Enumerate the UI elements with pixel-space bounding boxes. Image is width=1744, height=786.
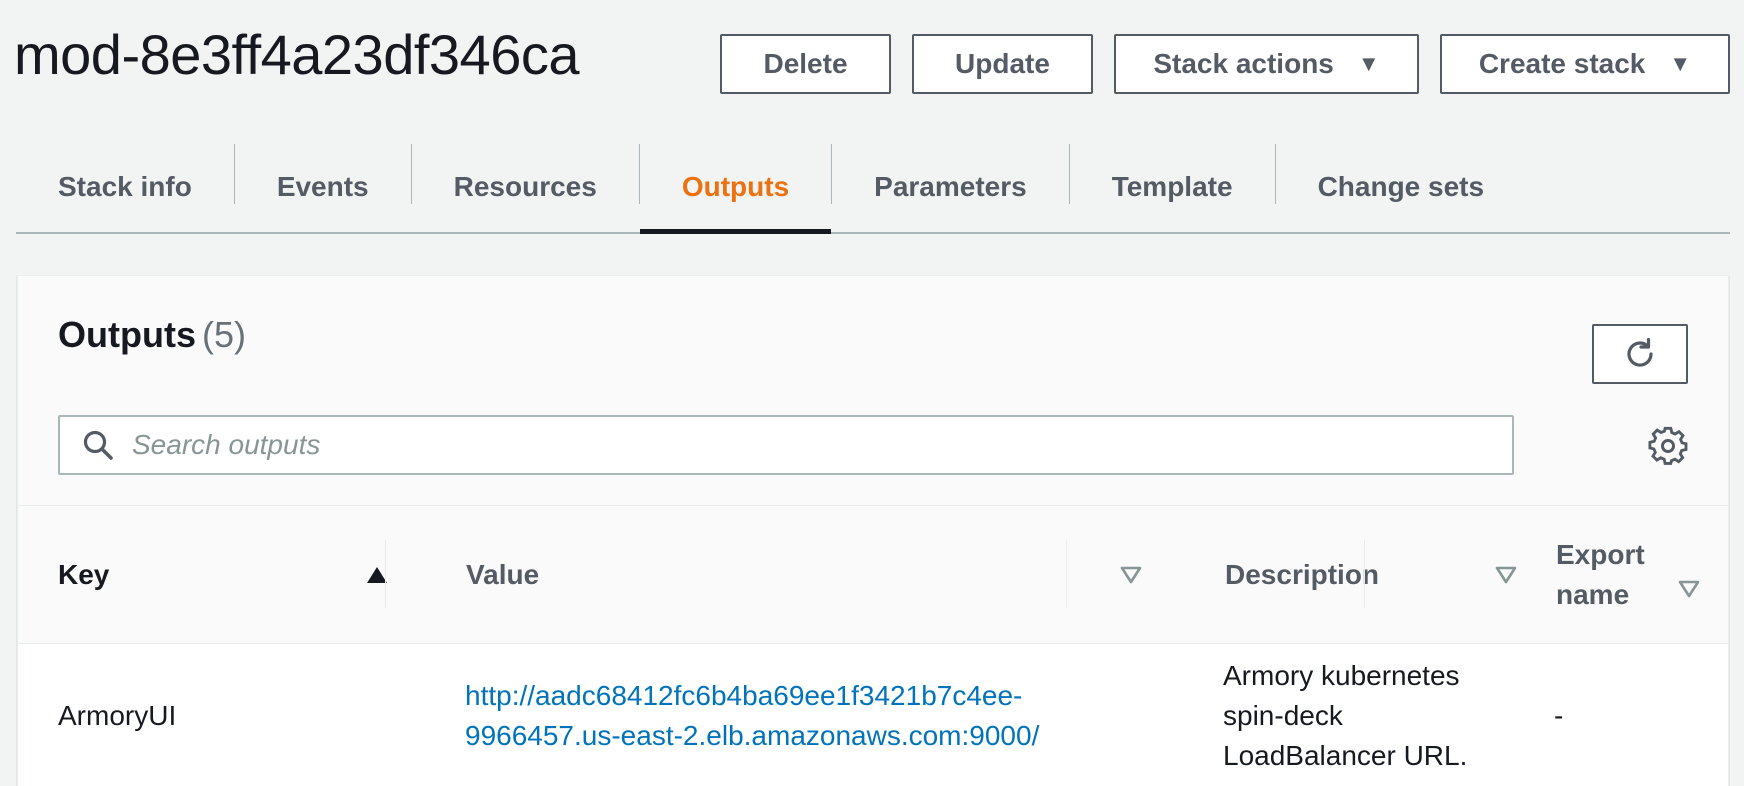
column-header-value[interactable]: Value bbox=[466, 506, 1166, 644]
column-divider bbox=[1364, 540, 1365, 608]
search-box bbox=[58, 415, 1514, 475]
column-header-export-name[interactable]: Export name bbox=[1556, 506, 1700, 644]
sort-descending-icon bbox=[1678, 580, 1700, 598]
column-export-label-line1: Export bbox=[1556, 539, 1645, 570]
tab-change-sets[interactable]: Change sets bbox=[1276, 142, 1527, 232]
outputs-count: (5) bbox=[201, 314, 246, 355]
create-stack-dropdown[interactable]: Create stack ▼ bbox=[1440, 34, 1730, 94]
sort-descending-icon bbox=[1120, 566, 1142, 584]
column-description-label: Description bbox=[1225, 559, 1380, 590]
tab-stack-info[interactable]: Stack info bbox=[16, 142, 234, 232]
column-header-key[interactable]: Key bbox=[58, 506, 388, 644]
output-description-line2: spin-deck bbox=[1223, 700, 1343, 731]
stack-tabs: Stack info Events Resources Outputs Para… bbox=[16, 142, 1730, 234]
column-value-label: Value bbox=[466, 559, 540, 590]
column-divider bbox=[1066, 540, 1067, 608]
output-value-line2: 9966457.us-east-2.elb.amazonaws.com:9000… bbox=[465, 720, 1040, 751]
tab-template[interactable]: Template bbox=[1070, 142, 1275, 232]
column-export-label-line2: name bbox=[1556, 579, 1630, 610]
output-export-name: - bbox=[1554, 700, 1564, 731]
output-value-line1: http://aadc68412fc6b4ba69ee1f3421b7c4ee- bbox=[465, 680, 1023, 711]
column-export-label: Export name bbox=[1556, 535, 1645, 615]
output-description-line1: Armory kubernetes bbox=[1223, 660, 1460, 691]
output-key: ArmoryUI bbox=[58, 700, 177, 731]
search-icon bbox=[78, 425, 118, 465]
output-value-link[interactable]: http://aadc68412fc6b4ba69ee1f3421b7c4ee-… bbox=[465, 676, 1105, 756]
caret-down-icon: ▼ bbox=[1357, 51, 1380, 76]
refresh-icon bbox=[1627, 337, 1653, 367]
caret-down-icon: ▼ bbox=[1669, 51, 1692, 76]
delete-button[interactable]: Delete bbox=[720, 34, 891, 94]
create-stack-label: Create stack bbox=[1478, 48, 1646, 79]
update-button[interactable]: Update bbox=[912, 34, 1093, 94]
tab-resources[interactable]: Resources bbox=[412, 142, 639, 232]
stack-actions-label: Stack actions bbox=[1153, 48, 1334, 79]
header-actions: Delete Update Stack actions ▼ Create sta… bbox=[720, 34, 1730, 94]
column-key-label: Key bbox=[58, 559, 110, 590]
sort-descending-icon bbox=[1495, 566, 1517, 584]
refresh-button[interactable] bbox=[1592, 324, 1688, 384]
table-header: Key Value Description Export name bbox=[18, 505, 1728, 644]
stack-actions-dropdown[interactable]: Stack actions ▼ bbox=[1114, 34, 1419, 94]
search-input[interactable] bbox=[132, 429, 1492, 461]
update-button-label: Update bbox=[955, 48, 1050, 79]
outputs-panel: Outputs(5) Key Value D bbox=[17, 275, 1729, 786]
stack-title: mod-8e3ff4a23df346ca bbox=[14, 23, 579, 86]
output-description-line3: LoadBalancer URL. bbox=[1223, 740, 1468, 771]
outputs-heading: Outputs (5) bbox=[58, 314, 246, 356]
column-divider bbox=[385, 540, 386, 608]
tab-events[interactable]: Events bbox=[235, 142, 411, 232]
tab-parameters[interactable]: Parameters bbox=[832, 142, 1069, 232]
table-row: ArmoryUI http://aadc68412fc6b4ba69ee1f34… bbox=[18, 644, 1728, 786]
outputs-title: Outputs bbox=[58, 314, 196, 355]
column-header-description[interactable]: Description bbox=[1225, 506, 1517, 644]
gear-icon[interactable] bbox=[1648, 426, 1688, 466]
output-description: Armory kubernetes spin-deck LoadBalancer… bbox=[1223, 656, 1503, 776]
tab-outputs[interactable]: Outputs bbox=[639, 142, 832, 234]
delete-button-label: Delete bbox=[763, 48, 848, 79]
